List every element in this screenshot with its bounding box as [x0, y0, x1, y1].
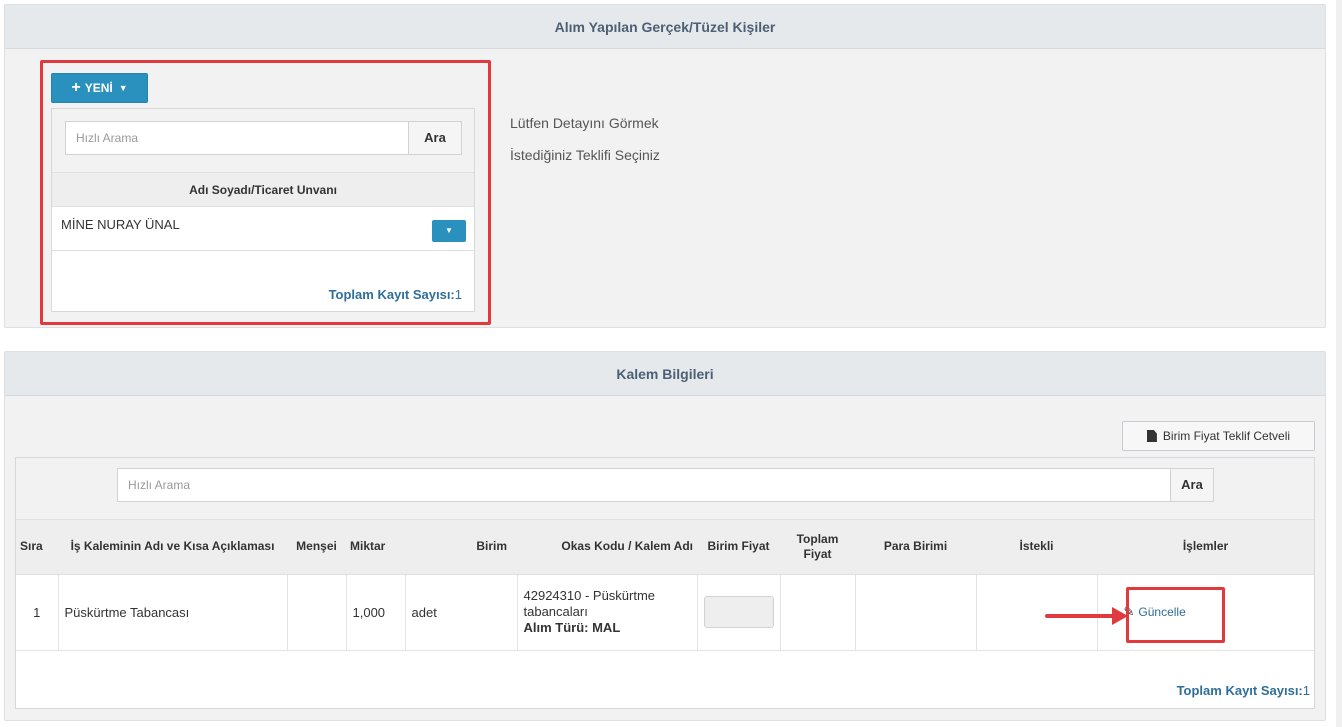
cell-birim: adet: [405, 574, 518, 651]
cell-birim-fiyat: [697, 574, 781, 651]
update-link-label: Güncelle: [1138, 605, 1186, 619]
col-is-kalemi: İş Kaleminin Adı ve Kısa Açıklaması: [58, 520, 287, 575]
items-total-label: Toplam Kayıt Sayısı:: [1176, 683, 1303, 698]
red-arrow-shaft: [1045, 614, 1118, 618]
col-sira: Sıra: [16, 520, 58, 575]
col-istekli: İstekli: [976, 520, 1097, 575]
items-table: Sıra İş Kaleminin Adı ve Kısa Açıklaması…: [16, 520, 1314, 651]
items-table-box: Hızlı Arama Ara Sıra İş Kaleminin Adı ve…: [15, 457, 1315, 709]
items-total-value: 1: [1302, 683, 1310, 698]
cell-para-birimi: [855, 574, 977, 651]
plus-icon: +: [71, 79, 81, 96]
unit-price-input[interactable]: [703, 596, 774, 628]
page-scrollbar[interactable]: [1336, 0, 1342, 727]
red-arrow-icon: [1112, 607, 1128, 625]
col-toplam-fiyat: Toplam Fiyat: [780, 520, 855, 575]
col-birim-fiyat: Birim Fiyat: [697, 520, 780, 575]
cell-sira: 1: [16, 574, 59, 651]
parties-panel-title: Alım Yapılan Gerçek/Tüzel Kişiler: [5, 5, 1325, 49]
col-miktar: Miktar: [346, 520, 405, 575]
party-name: MİNE NURAY ÜNAL: [61, 217, 180, 232]
items-table-header: Sıra İş Kaleminin Adı ve Kısa Açıklaması…: [16, 520, 1314, 575]
cell-mensei: [287, 574, 347, 651]
update-link[interactable]: ✎ Güncelle: [1124, 604, 1186, 620]
col-okas: Okas Kodu / Kalem Adı: [517, 520, 697, 575]
items-search-button[interactable]: Ara: [1170, 468, 1214, 502]
items-search-row: Hızlı Arama Ara: [16, 458, 1314, 520]
alim-turu: Alım Türü: MAL: [524, 620, 691, 636]
col-islemler: İşlemler: [1097, 520, 1314, 575]
parties-column-header: Adı Soyadı/Ticaret Unvanı: [52, 173, 474, 207]
parties-list: Hızlı Arama Ara Adı Soyadı/Ticaret Unvan…: [51, 108, 475, 312]
caret-down-icon: ▼: [445, 226, 453, 235]
cell-islemler: ✎ Güncelle: [1097, 574, 1314, 651]
parties-search-row: Hızlı Arama Ara: [52, 109, 474, 173]
items-panel-title: Kalem Bilgileri: [5, 352, 1325, 396]
caret-down-icon: ▼: [118, 83, 128, 93]
document-icon: [1146, 430, 1157, 442]
unit-price-sheet-label: Birim Fiyat Teklif Cetveli: [1162, 429, 1291, 443]
items-total: Toplam Kayıt Sayısı:1: [1177, 683, 1310, 698]
col-mensei: Menşei: [287, 520, 346, 575]
hint-line-1: Lütfen Detayını Görmek: [510, 115, 659, 131]
new-button[interactable]: + YENİ ▼: [51, 73, 148, 103]
parties-search-input[interactable]: Hızlı Arama: [65, 121, 409, 155]
cell-is-kalemi: Püskürtme Tabancası: [58, 574, 288, 651]
cell-miktar: 1,000: [346, 574, 406, 651]
new-button-label: YENİ: [84, 81, 113, 95]
col-birim: Birim: [405, 520, 517, 575]
list-item[interactable]: MİNE NURAY ÜNAL ▼: [52, 207, 474, 251]
parties-total-value: 1: [454, 287, 462, 302]
cell-okas: 42924310 - Püskürtme tabancaları Alım Tü…: [517, 574, 698, 651]
okas-code: 42924310 - Püskürtme tabancaları: [523, 588, 656, 619]
items-search-input[interactable]: Hızlı Arama: [117, 468, 1171, 502]
parties-total-label: Toplam Kayıt Sayısı:: [328, 287, 455, 302]
row-dropdown-button[interactable]: ▼: [432, 220, 466, 242]
col-para-birimi: Para Birimi: [855, 520, 976, 575]
alim-turu-label: Alım Türü: MAL: [523, 620, 621, 635]
cell-toplam-fiyat: [780, 574, 856, 651]
unit-price-sheet-button[interactable]: Birim Fiyat Teklif Cetveli: [1122, 421, 1315, 451]
cell-istekli: [976, 574, 1098, 651]
hint-line-2: İstediğiniz Teklifi Seçiniz: [510, 147, 660, 163]
parties-total: Toplam Kayıt Sayısı:1: [329, 287, 462, 302]
parties-search-button[interactable]: Ara: [408, 121, 462, 155]
